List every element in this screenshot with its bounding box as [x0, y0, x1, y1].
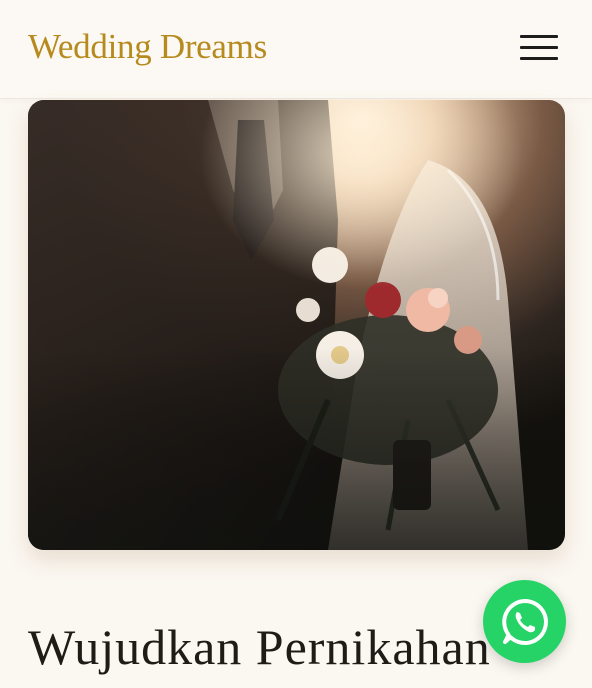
hero-headline: Wujudkan Pernikahan: [28, 619, 491, 675]
menu-button[interactable]: [516, 30, 562, 64]
hamburger-menu-icon: [520, 35, 558, 38]
whatsapp-icon: [501, 598, 548, 645]
hero-image: [28, 100, 565, 550]
whatsapp-button[interactable]: [483, 580, 566, 663]
hero-image-card: [28, 100, 565, 550]
site-logo[interactable]: Wedding Dreams: [28, 27, 267, 67]
menu-icon-bar: [520, 57, 558, 60]
site-header: Wedding Dreams: [0, 0, 592, 99]
menu-icon-bar: [520, 46, 558, 49]
